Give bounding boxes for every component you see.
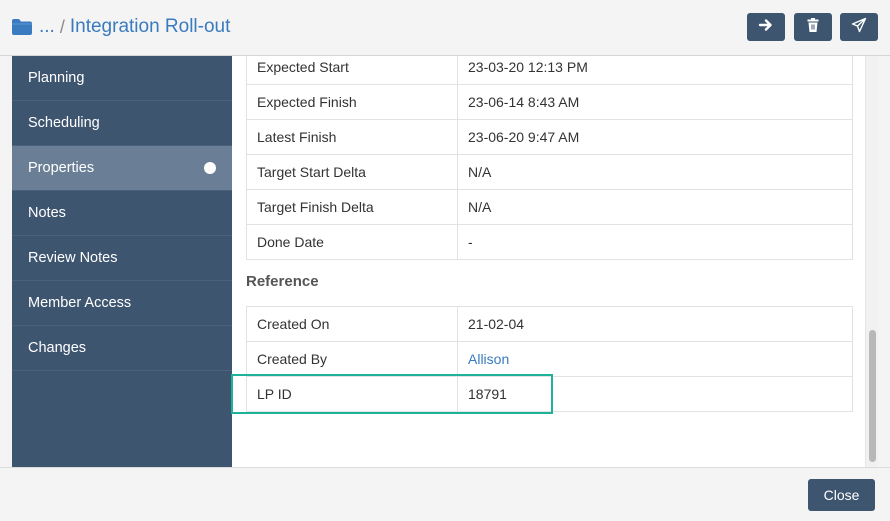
row-label: Target Finish Delta (246, 189, 458, 225)
created-by-link[interactable]: Allison (468, 351, 509, 367)
row-label: Target Start Delta (246, 154, 458, 190)
sidebar: Planning Scheduling Properties Notes Rev… (12, 56, 232, 467)
row-label: Done Date (246, 224, 458, 260)
sidebar-item-label: Notes (28, 205, 66, 221)
reference-section-title: Reference (246, 273, 319, 290)
row-value: 23-03-20 12:13 PM (457, 56, 853, 85)
scrollbar-thumb[interactable] (869, 330, 876, 462)
folder-icon[interactable] (11, 18, 33, 36)
sidebar-item-member-access[interactable]: Member Access (12, 281, 232, 326)
modal-header: ... / Integration Roll-out (0, 0, 890, 56)
sidebar-item-changes[interactable]: Changes (12, 326, 232, 371)
trash-icon (805, 17, 821, 38)
breadcrumb-ellipsis[interactable]: ... (39, 16, 55, 38)
row-value: N/A (457, 154, 853, 190)
table-row: Target Finish Delta N/A (246, 189, 853, 225)
table-row: Created By Allison (246, 341, 853, 377)
move-button[interactable] (747, 13, 785, 41)
send-icon (851, 17, 867, 38)
modal-footer: Close (0, 467, 890, 521)
properties-panel: Planning Scheduling Properties Notes Rev… (12, 56, 878, 467)
arrow-right-icon (758, 17, 774, 38)
table-row: Target Start Delta N/A (246, 154, 853, 190)
content-area: Expected Start 23-03-20 12:13 PM Expecte… (232, 56, 864, 467)
reference-table: Created On 21-02-04 Created By Allison L… (246, 306, 853, 412)
table-row: Latest Finish 23-06-20 9:47 AM (246, 119, 853, 155)
table-row: LP ID 18791 (246, 376, 853, 412)
table-row: Expected Finish 23-06-14 8:43 AM (246, 84, 853, 120)
table-row: Created On 21-02-04 (246, 306, 853, 342)
sidebar-item-label: Planning (28, 70, 85, 86)
row-value: 21-02-04 (457, 306, 853, 342)
delete-button[interactable] (794, 13, 832, 41)
row-value: 23-06-20 9:47 AM (457, 119, 853, 155)
sidebar-item-properties[interactable]: Properties (12, 146, 232, 191)
sidebar-item-label: Changes (28, 340, 87, 356)
sidebar-item-review-notes[interactable]: Review Notes (12, 236, 232, 281)
row-label: Created By (246, 341, 458, 377)
breadcrumb: ... / Integration Roll-out (11, 14, 230, 40)
breadcrumb-separator: / (59, 16, 65, 37)
send-button[interactable] (840, 13, 878, 41)
dates-table: Expected Start 23-03-20 12:13 PM Expecte… (246, 56, 853, 260)
scrollbar[interactable] (865, 56, 878, 467)
sidebar-item-notes[interactable]: Notes (12, 191, 232, 236)
sidebar-item-label: Review Notes (28, 250, 118, 266)
row-value: 23-06-14 8:43 AM (457, 84, 853, 120)
row-value: 18791 (457, 376, 853, 412)
row-value: N/A (457, 189, 853, 225)
row-value: Allison (457, 341, 853, 377)
sidebar-item-scheduling[interactable]: Scheduling (12, 101, 232, 146)
row-value: - (457, 224, 853, 260)
row-label: Created On (246, 306, 458, 342)
active-indicator-dot (204, 162, 216, 174)
page-title[interactable]: Integration Roll-out (70, 16, 231, 38)
row-label: Expected Start (246, 56, 458, 85)
sidebar-item-label: Scheduling (28, 115, 100, 131)
table-row: Expected Start 23-03-20 12:13 PM (246, 56, 853, 85)
table-row: Done Date - (246, 224, 853, 260)
sidebar-item-label: Member Access (28, 295, 132, 311)
row-label: Expected Finish (246, 84, 458, 120)
sidebar-item-planning[interactable]: Planning (12, 56, 232, 101)
close-button[interactable]: Close (808, 479, 875, 511)
row-label: Latest Finish (246, 119, 458, 155)
row-label: LP ID (246, 376, 458, 412)
sidebar-item-label: Properties (28, 160, 95, 176)
